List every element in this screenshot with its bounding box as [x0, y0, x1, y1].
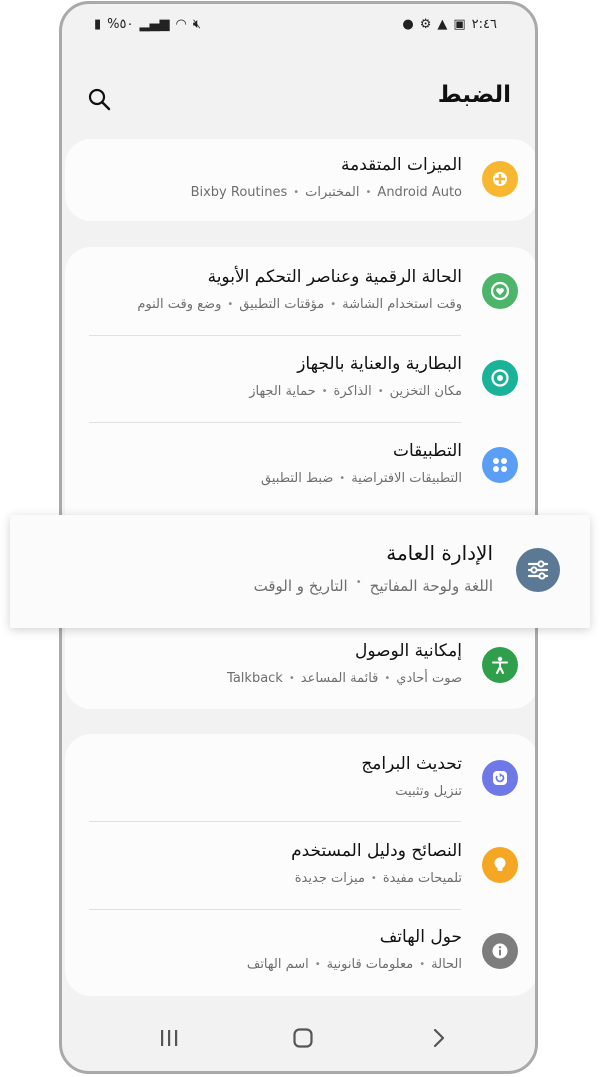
settings-item-battery[interactable]: البطارية والعناية بالجهاز مكان التخزين •…: [65, 335, 535, 422]
gear-icon: ⚙: [419, 16, 432, 32]
sub-text: الحالة: [431, 957, 462, 972]
item-subtitle: مكان التخزين • الذاكرة • حماية الجهاز: [249, 384, 462, 399]
item-title: النصائح ودليل المستخدم: [291, 841, 462, 861]
four-dots-icon: [482, 447, 518, 483]
sub-text: اللغة ولوحة المفاتيح: [369, 577, 493, 595]
recent-apps-button[interactable]: [154, 1023, 184, 1053]
home-button[interactable]: [288, 1023, 318, 1053]
sub-text: المختبرات: [305, 185, 360, 200]
home-icon: [293, 1028, 313, 1048]
separator-dot: •: [227, 299, 234, 310]
search-button[interactable]: [84, 84, 114, 114]
sub-text: Android Auto: [377, 185, 462, 200]
status-left: ▮ %٥٠ ▂▄▆ ◠ 🔇︎: [94, 17, 201, 32]
separator-dot: •: [365, 187, 372, 198]
account-icon: ▲: [437, 16, 448, 32]
settings-item-software-update[interactable]: تحديث البرامج تنزيل وتثبيت: [65, 734, 535, 821]
card-advanced: الميزات المتقدمة Android Auto • المختبرا…: [65, 139, 535, 221]
item-title: حول الهاتف: [379, 927, 462, 947]
item-subtitle: تنزيل وتثبيت: [395, 784, 462, 799]
settings-item-general-management[interactable]: الإدارة العامة اللغة ولوحة المفاتيح • ال…: [10, 515, 590, 628]
sub-text: معلومات قانونية: [326, 957, 414, 972]
sub-text: صوت أحادي: [396, 671, 462, 686]
page-title: الضبط: [437, 82, 511, 108]
card-device: الحالة الرقمية وعناصر التحكم الأبوية وقت…: [65, 247, 535, 709]
separator-dot: •: [384, 673, 391, 684]
lightbulb-icon: [482, 847, 518, 883]
item-subtitle: Android Auto • المختبرات • Bixby Routine…: [191, 185, 462, 200]
sub-text: ميزات جديدة: [294, 871, 365, 886]
wifi-icon: ◠: [175, 16, 187, 32]
item-subtitle: وقت استخدام الشاشة • مؤقتات التطبيق • وض…: [137, 297, 462, 312]
settings-item-advanced[interactable]: الميزات المتقدمة Android Auto • المختبرا…: [65, 139, 535, 221]
item-title: التطبيقات: [392, 441, 462, 461]
sub-text: ضبط التطبيق: [261, 471, 334, 486]
status-bar: ▮ %٥٠ ▂▄▆ ◠ 🔇︎ ● ⚙ ▲ ▣ ٢:٤٦: [62, 10, 535, 38]
sub-text: اسم الهاتف: [246, 957, 309, 972]
settings-item-accessibility[interactable]: إمكانية الوصول صوت أحادي • قائمة المساعد…: [65, 622, 535, 709]
info-icon: [482, 933, 518, 969]
recent-apps-icon: [161, 1030, 178, 1046]
sub-text: تلميحات مفيدة: [382, 871, 462, 886]
item-subtitle: صوت أحادي • قائمة المساعد • Talkback: [227, 671, 462, 686]
separator-dot: •: [288, 673, 295, 684]
separator-dot: •: [330, 299, 337, 310]
refresh-ring-icon: [482, 360, 518, 396]
settings-item-apps[interactable]: التطبيقات التطبيقات الافتراضية • ضبط الت…: [65, 422, 535, 509]
separator-dot: •: [355, 577, 362, 588]
back-icon: [433, 1028, 445, 1048]
sub-text: Bixby Routines: [190, 185, 288, 200]
battery-icon: ▮: [94, 16, 102, 32]
sub-text: حماية الجهاز: [249, 384, 316, 399]
gallery-icon: ▣: [453, 16, 466, 32]
status-right: ● ⚙ ▲ ▣ ٢:٤٦: [402, 17, 497, 32]
clock: ٢:٤٦: [471, 16, 497, 32]
separator-dot: •: [293, 187, 300, 198]
item-subtitle: اللغة ولوحة المفاتيح • التاريخ و الوقت: [254, 577, 493, 595]
back-button[interactable]: [424, 1023, 454, 1053]
separator-dot: •: [377, 386, 384, 397]
signal-icon: ▂▄▆: [139, 16, 170, 32]
settings-item-tips[interactable]: النصائح ودليل المستخدم تلميحات مفيدة • م…: [65, 821, 535, 909]
sub-text: التاريخ و الوقت: [253, 577, 348, 595]
sub-text: وضع وقت النوم: [137, 297, 222, 312]
settings-item-digital-wellbeing[interactable]: الحالة الرقمية وعناصر التحكم الأبوية وقت…: [65, 247, 535, 335]
sub-text: تنزيل وتثبيت: [395, 784, 462, 799]
search-icon: [88, 88, 111, 111]
item-title: تحديث البرامج: [361, 754, 462, 774]
separator-dot: •: [314, 959, 321, 970]
separator-dot: •: [339, 473, 346, 484]
settings-item-about-phone[interactable]: حول الهاتف الحالة • معلومات قانونية • اس…: [65, 909, 535, 996]
separator-dot: •: [419, 959, 426, 970]
sub-text: قائمة المساعد: [300, 671, 379, 686]
navigation-bar: [62, 1001, 535, 1071]
puzzle-plus-icon: [482, 161, 518, 197]
sub-text: Talkback: [227, 671, 283, 686]
item-title: الإدارة العامة: [386, 541, 493, 565]
separator-dot: •: [321, 386, 328, 397]
item-subtitle: التطبيقات الافتراضية • ضبط التطبيق: [261, 471, 462, 486]
item-title: الحالة الرقمية وعناصر التحكم الأبوية: [207, 267, 462, 287]
item-title: إمكانية الوصول: [354, 641, 462, 661]
update-icon: [482, 760, 518, 796]
item-subtitle: تلميحات مفيدة • ميزات جديدة: [295, 871, 462, 886]
heart-ring-icon: [482, 273, 518, 309]
item-title: الميزات المتقدمة: [341, 155, 462, 175]
item-subtitle: الحالة • معلومات قانونية • اسم الهاتف: [247, 957, 462, 972]
sub-text: مؤقتات التطبيق: [239, 297, 325, 312]
sub-text: مكان التخزين: [389, 384, 462, 399]
mute-icon: 🔇︎: [192, 16, 202, 32]
sub-text: الذاكرة: [333, 384, 372, 399]
separator-dot: •: [370, 873, 377, 884]
person-icon: [482, 647, 518, 683]
card-support: تحديث البرامج تنزيل وتثبيت النصائح ودليل…: [65, 734, 535, 996]
notification-dot-icon: ●: [402, 16, 414, 32]
battery-level: %٥٠: [107, 16, 134, 32]
item-title: البطارية والعناية بالجهاز: [297, 354, 462, 374]
sub-text: وقت استخدام الشاشة: [342, 297, 462, 312]
sliders-icon: [516, 548, 560, 592]
sub-text: التطبيقات الافتراضية: [351, 471, 462, 486]
